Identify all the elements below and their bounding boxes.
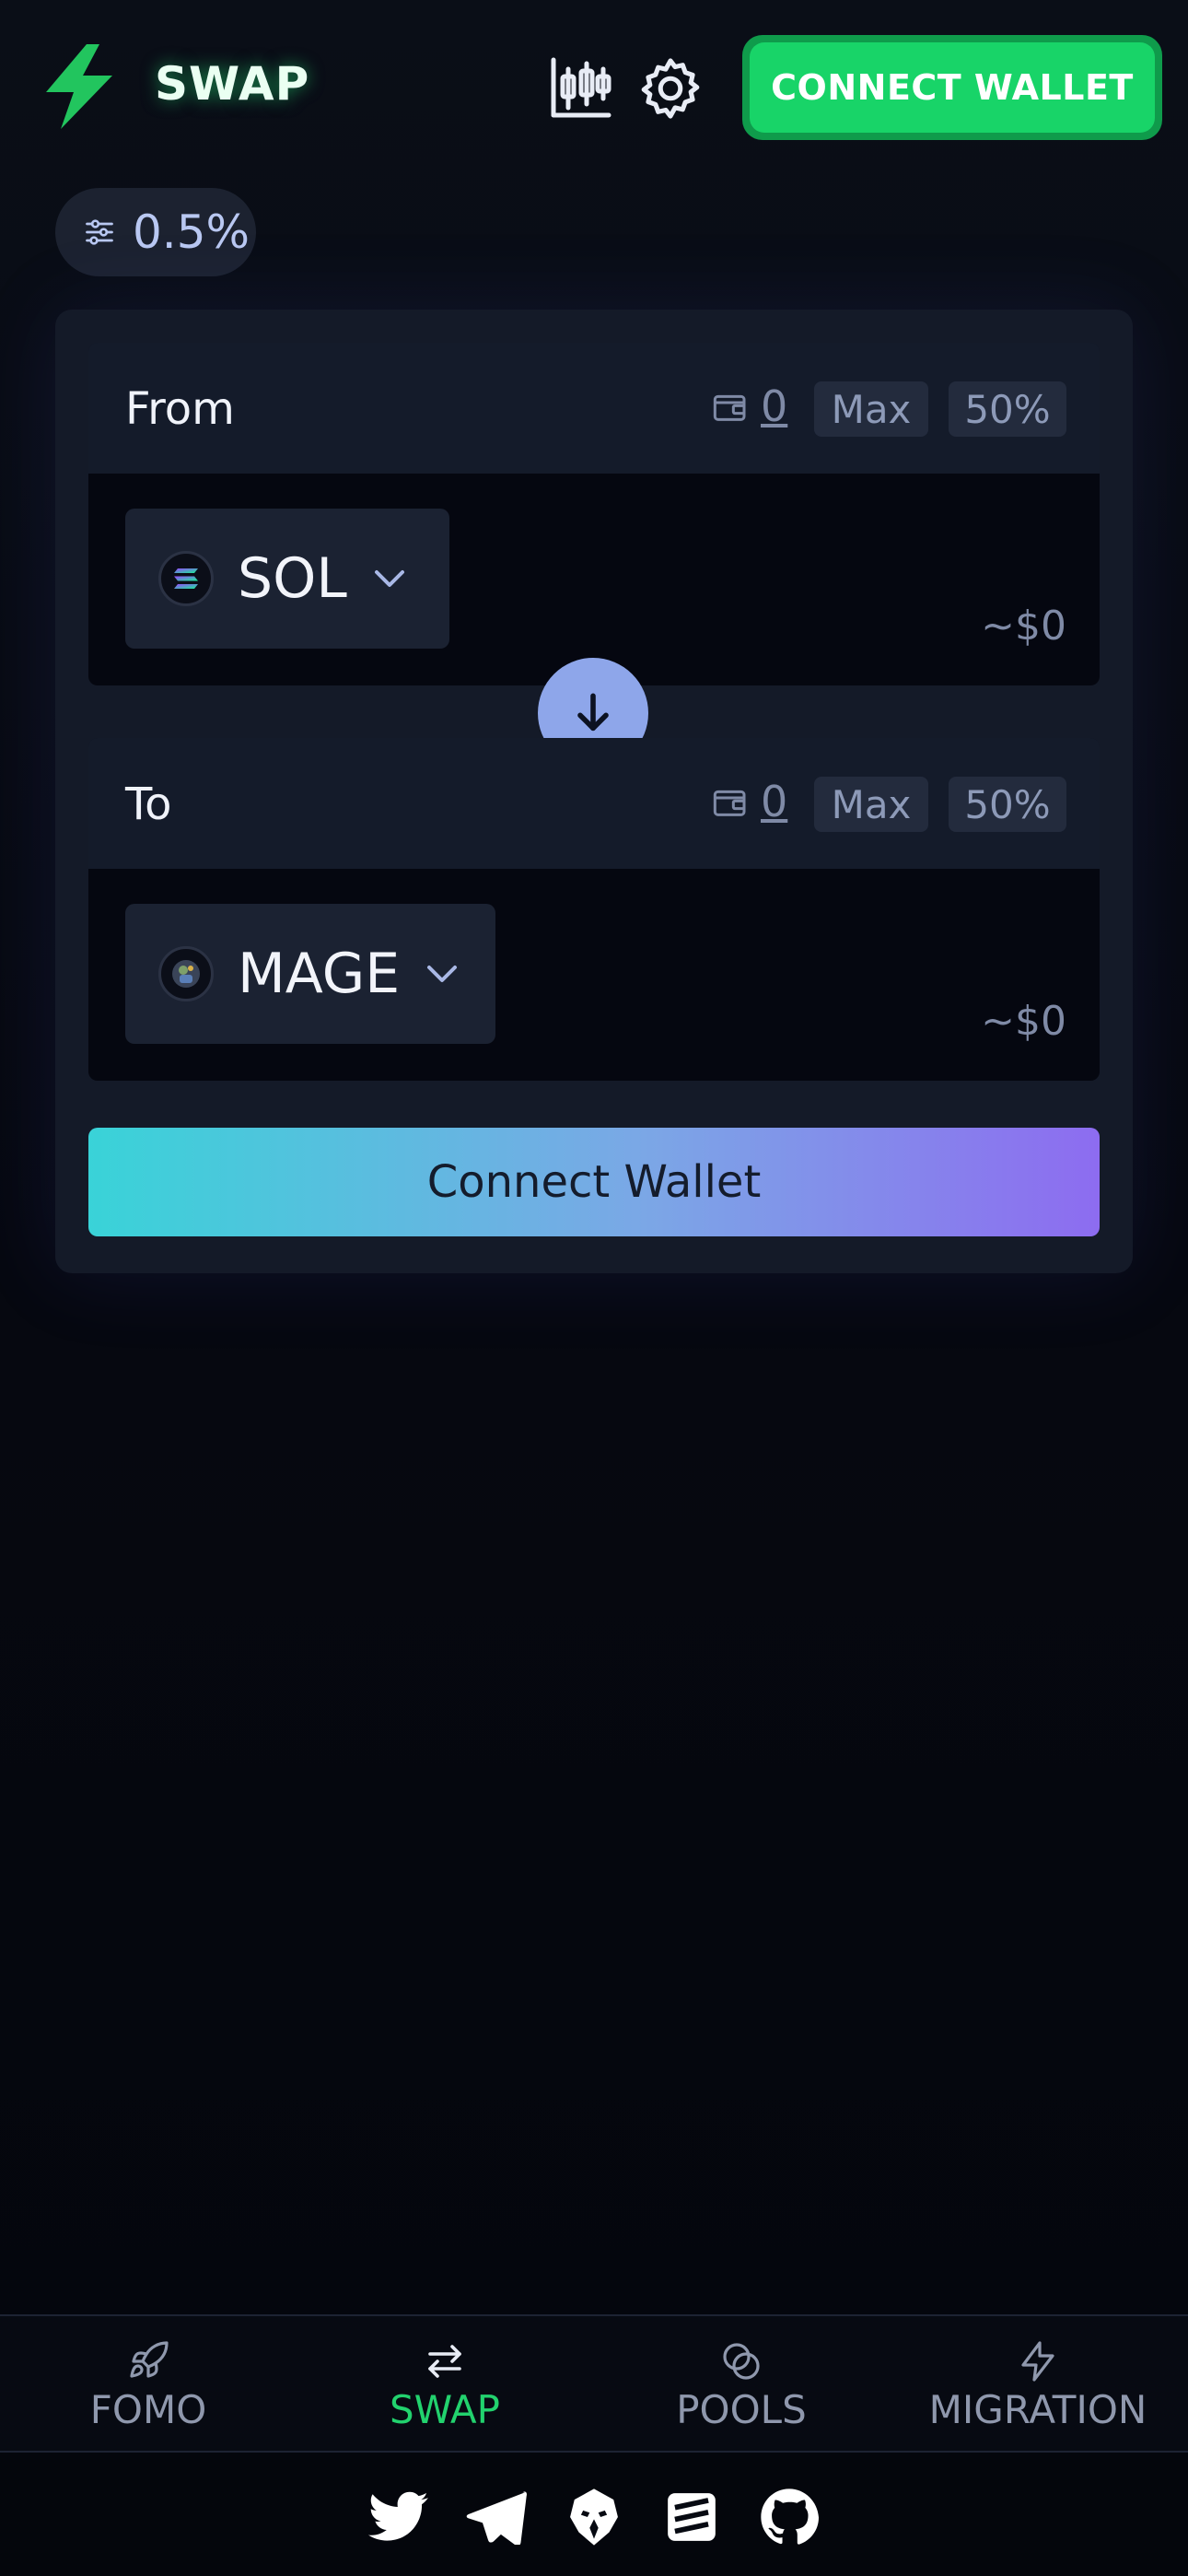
- from-balance[interactable]: 0: [761, 381, 787, 431]
- from-panel: From 0 Max 50% SOL ~$0: [88, 343, 1100, 685]
- nav-item-migration[interactable]: MIGRATION: [890, 2316, 1186, 2454]
- header: SWAP CONNECT WALLET: [0, 0, 1188, 175]
- nav-label: SWAP: [390, 2386, 500, 2432]
- arrow-down-icon: [577, 693, 609, 732]
- wallet-icon: [713, 790, 746, 816]
- nav-item-fomo[interactable]: FOMO: [0, 2316, 297, 2454]
- github-icon: [761, 2488, 819, 2545]
- twitter-icon: [368, 2491, 428, 2541]
- sol-token-icon: [158, 551, 214, 606]
- from-token-selector[interactable]: SOL: [125, 509, 449, 649]
- connect-wallet-main-button[interactable]: Connect Wallet: [88, 1128, 1100, 1236]
- rocket-icon: [130, 2340, 169, 2378]
- twitter-link[interactable]: [368, 2487, 429, 2547]
- from-input-area[interactable]: SOL ~$0: [88, 474, 1100, 685]
- social-links: [0, 2471, 1188, 2563]
- swap-card: From 0 Max 50% SOL ~$0 To 0 Max 50% MAGE…: [55, 310, 1133, 1273]
- nav-label: MIGRATION: [928, 2386, 1147, 2432]
- connect-wallet-label: CONNECT WALLET: [750, 42, 1155, 133]
- candlestick-chart-icon: [551, 57, 611, 118]
- to-panel-header: To 0 Max 50%: [88, 738, 1100, 869]
- gear-icon: [641, 58, 700, 119]
- from-usd-value: ~$0: [981, 603, 1066, 650]
- chevron-down-icon: [374, 570, 404, 587]
- from-label: From: [125, 383, 235, 435]
- slippage-value: 0.5%: [133, 205, 250, 259]
- nav-label: POOLS: [676, 2386, 807, 2432]
- from-panel-header: From 0 Max 50%: [88, 343, 1100, 474]
- telegram-link[interactable]: [466, 2487, 527, 2547]
- nav-item-pools[interactable]: POOLS: [593, 2316, 890, 2454]
- swap-arrows-icon: [428, 2344, 461, 2378]
- sliders-icon: [86, 219, 113, 245]
- stack-link[interactable]: [661, 2487, 722, 2547]
- chevron-down-icon: [427, 966, 458, 982]
- eagle-link[interactable]: [564, 2487, 624, 2547]
- from-token-name: SOL: [238, 546, 347, 611]
- from-max-button[interactable]: Max: [814, 381, 928, 437]
- to-token-name: MAGE: [238, 942, 401, 1006]
- lightning-icon: [1021, 2340, 1054, 2382]
- chart-button[interactable]: [543, 52, 617, 125]
- to-panel: To 0 Max 50% MAGE ~$0: [88, 738, 1100, 1081]
- to-half-button[interactable]: 50%: [949, 777, 1066, 832]
- settings-button[interactable]: [634, 52, 707, 125]
- to-usd-value: ~$0: [981, 998, 1066, 1045]
- brand-title: SWAP: [155, 57, 310, 111]
- stack-icon: [668, 2493, 716, 2541]
- nav-item-swap[interactable]: SWAP: [297, 2316, 593, 2454]
- github-link[interactable]: [759, 2487, 820, 2547]
- connect-wallet-button[interactable]: CONNECT WALLET: [742, 35, 1162, 140]
- wallet-icon: [713, 394, 746, 421]
- eagle-icon: [570, 2488, 618, 2546]
- mage-token-icon: [158, 946, 214, 1001]
- lightning-logo-icon[interactable]: [33, 41, 125, 133]
- to-label: To: [125, 779, 172, 830]
- to-max-button[interactable]: Max: [814, 777, 928, 832]
- bottom-nav: FOMO SWAP POOLS MIGRATION: [0, 2314, 1188, 2453]
- to-input-area[interactable]: MAGE ~$0: [88, 869, 1100, 1081]
- to-balance[interactable]: 0: [761, 777, 787, 826]
- pools-icon: [723, 2342, 760, 2380]
- slippage-button[interactable]: 0.5%: [55, 188, 256, 276]
- from-half-button[interactable]: 50%: [949, 381, 1066, 437]
- to-token-selector[interactable]: MAGE: [125, 904, 495, 1044]
- nav-label: FOMO: [89, 2386, 207, 2432]
- telegram-icon: [466, 2491, 527, 2545]
